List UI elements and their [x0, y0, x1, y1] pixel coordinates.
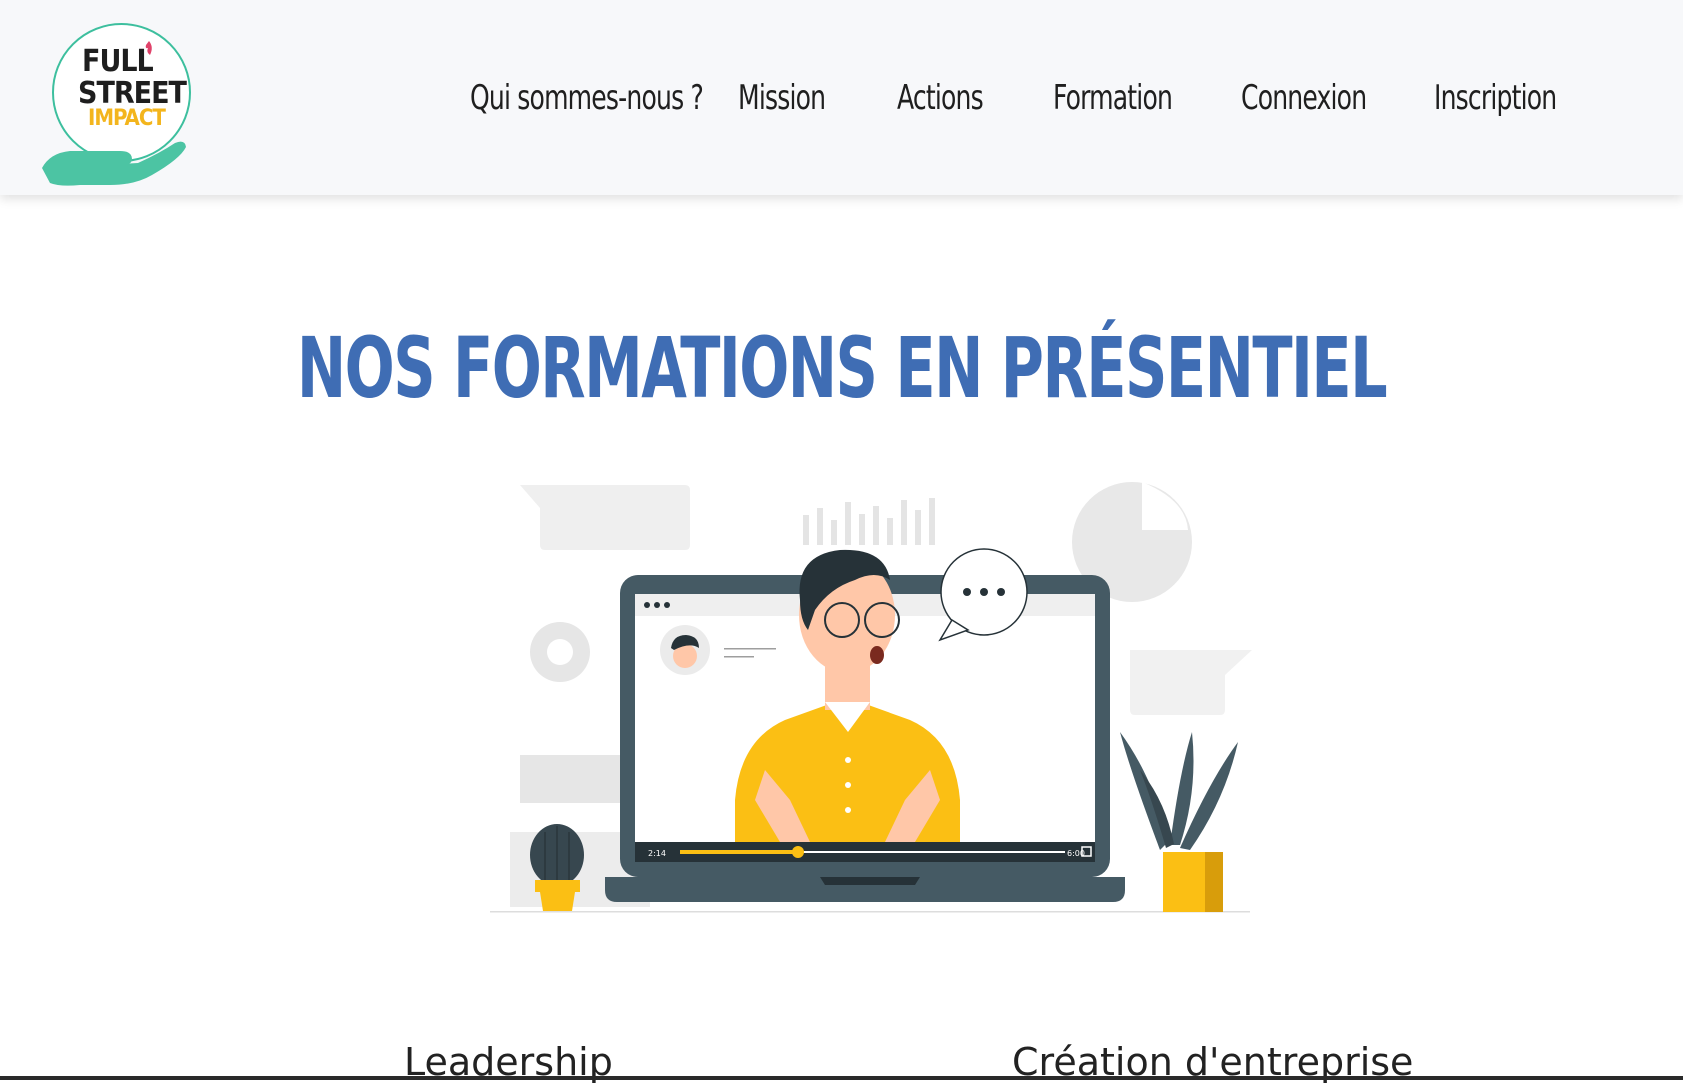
nav-inscription[interactable]: Inscription — [1434, 68, 1565, 128]
course-titles: Leadership Création d'entreprise — [0, 1040, 1683, 1084]
nav-actions[interactable]: Actions — [897, 68, 1025, 128]
potted-plant — [1120, 732, 1238, 912]
site-logo[interactable]: FULL STREET IMPACT — [40, 18, 200, 186]
page-title: NOS FORMATIONS EN PRÉSENTIEL — [296, 319, 1388, 418]
flame-icon — [145, 41, 152, 55]
nav-qui-sommes-nous[interactable]: Qui sommes-nous ? — [470, 68, 704, 128]
site-header: FULL STREET IMPACT Qui sommes-nous ? Mis… — [0, 0, 1683, 195]
nav-formation[interactable]: Formation — [1053, 68, 1207, 128]
online-training-illustration: 2:14 6:00 — [490, 482, 1252, 913]
nav-mission[interactable]: Mission — [738, 68, 868, 128]
hand-icon — [42, 141, 186, 186]
main-nav: Qui sommes-nous ? Mission Actions Format… — [470, 68, 1594, 128]
video-time-current: 2:14 — [648, 849, 666, 858]
nav-connexion[interactable]: Connexion — [1241, 68, 1399, 128]
bottom-edge-divider — [0, 1076, 1683, 1080]
